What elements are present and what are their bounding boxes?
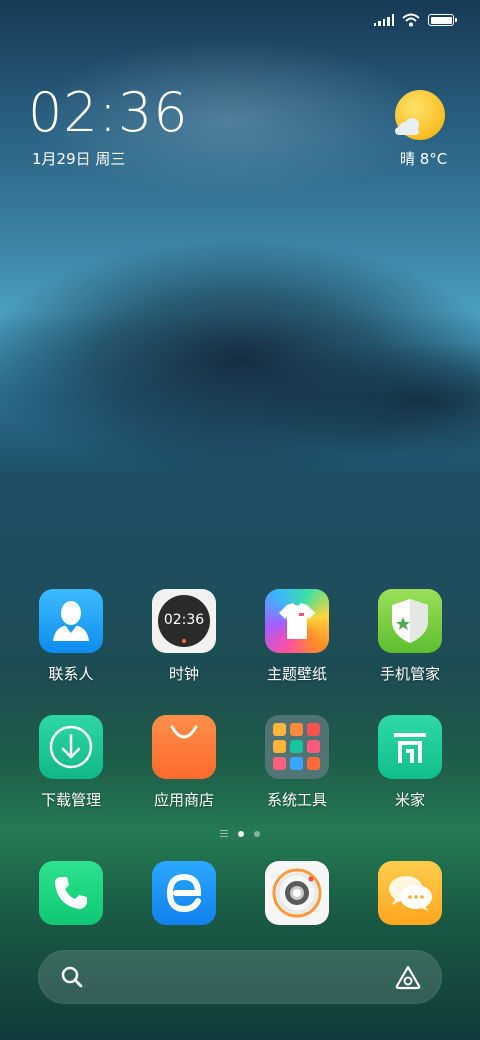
clock-date[interactable]: 1月29日 周三	[32, 148, 125, 169]
browser-icon	[152, 861, 216, 925]
clock-time[interactable]: 02:36	[28, 86, 189, 140]
signal-icon	[373, 14, 394, 26]
page-indicator[interactable]	[0, 830, 480, 837]
dock-phone[interactable]	[21, 861, 121, 925]
camera-icon	[265, 861, 329, 925]
app-label: 手机管家	[379, 665, 440, 683]
dock-camera[interactable]	[247, 861, 347, 925]
app-clock[interactable]: 02:36 时钟	[134, 589, 234, 684]
page-dot-active	[238, 830, 244, 837]
themes-icon	[265, 589, 329, 653]
search-icon[interactable]	[60, 965, 84, 989]
app-downloads[interactable]: 下载管理	[21, 715, 121, 810]
mijia-icon	[378, 715, 442, 779]
battery-icon	[428, 14, 457, 26]
menu-lines-icon	[220, 830, 228, 837]
app-themes[interactable]: 主题壁纸	[247, 589, 347, 684]
app-label: 应用商店	[153, 791, 214, 809]
messages-icon	[378, 861, 442, 925]
app-mijia[interactable]: 米家	[360, 715, 460, 810]
app-system-tools-folder[interactable]: 系统工具	[247, 715, 347, 810]
assistant-icon[interactable]	[394, 964, 422, 990]
tools-folder-icon	[265, 715, 329, 779]
dock-messages[interactable]	[360, 861, 460, 925]
app-store-bag-icon	[152, 715, 216, 779]
app-contacts[interactable]: 联系人	[21, 589, 121, 684]
security-shield-icon	[378, 589, 442, 653]
app-security[interactable]: 手机管家	[360, 589, 460, 684]
weather-text[interactable]: 晴 8°C	[400, 148, 447, 169]
app-label: 联系人	[48, 665, 94, 683]
clock-icon-text: 02:36	[163, 612, 205, 628]
app-label: 时钟	[168, 665, 199, 683]
app-label: 下载管理	[40, 791, 101, 809]
search-bar[interactable]	[38, 950, 442, 1004]
clock-icon: 02:36	[152, 589, 216, 653]
wifi-icon	[402, 13, 420, 27]
download-icon	[39, 715, 103, 779]
app-store[interactable]: 应用商店	[134, 715, 234, 810]
sunny-cloud-icon[interactable]	[393, 90, 447, 144]
phone-icon	[39, 861, 103, 925]
dock-browser[interactable]	[134, 861, 234, 925]
app-label: 米家	[394, 791, 425, 809]
page-dot	[254, 830, 260, 837]
app-label: 主题壁纸	[266, 665, 327, 683]
app-label: 系统工具	[266, 791, 327, 809]
status-bar	[373, 10, 457, 30]
contacts-icon	[39, 589, 103, 653]
